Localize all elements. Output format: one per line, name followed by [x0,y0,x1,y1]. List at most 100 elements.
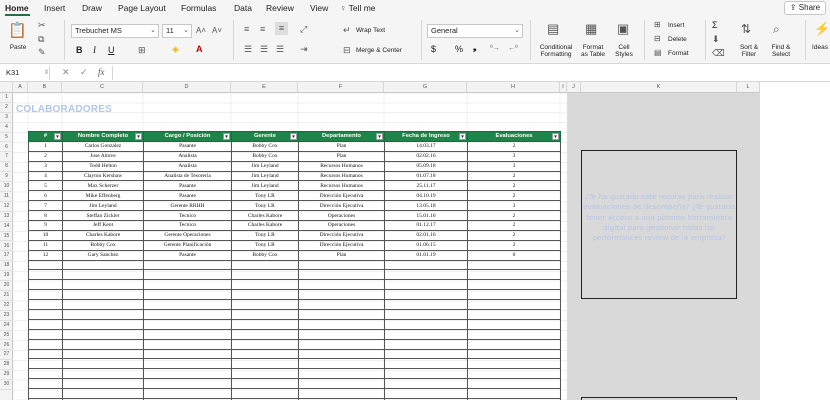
row-header[interactable]: 28 [0,360,13,371]
merge-center-icon[interactable]: ⊟ [343,45,351,55]
fill-icon[interactable]: ⬇ [712,34,720,44]
column-header-d[interactable]: D [143,82,231,93]
column-header-g[interactable]: G [384,82,467,93]
table-cell[interactable] [231,338,299,350]
table-cell[interactable] [62,338,144,350]
table-cell[interactable] [467,378,561,390]
align-center-icon[interactable]: ☰ [260,44,268,54]
format-painter-icon[interactable]: ✎ [38,47,46,57]
autosum-icon[interactable]: Σ [712,20,718,30]
table-cell[interactable] [143,358,232,370]
table-cell[interactable] [28,348,63,360]
table-cell[interactable] [467,299,561,311]
table-cell[interactable]: Gerente Planificación [143,239,232,251]
column-header-a[interactable]: A [13,82,28,93]
row-header[interactable]: 3 [0,113,13,123]
column-header-j[interactable]: J [567,82,581,93]
table-cell[interactable] [28,328,63,340]
table-cell[interactable] [143,279,232,291]
row-header[interactable]: 24 [0,321,13,331]
ideas-label[interactable]: Ideas [810,44,830,51]
table-cell[interactable] [28,259,63,271]
table-cell[interactable] [28,388,63,400]
tell-me-search[interactable]: ♀ Tell me [340,3,376,13]
row-header[interactable]: 10 [0,182,13,192]
table-cell[interactable] [62,259,144,271]
row-header[interactable]: 27 [0,350,13,361]
format-cells-icon[interactable]: ▤ [654,48,662,58]
table-cell[interactable] [28,269,63,281]
row-header[interactable]: 14 [0,222,13,232]
row-header[interactable]: 19 [0,271,13,282]
table-cell[interactable]: Jose Altuve [62,150,144,162]
table-cell[interactable] [231,328,299,340]
table-cell[interactable] [231,378,299,390]
font-name-select[interactable]: Trebuchet MS ⌄ [71,24,159,38]
filter-dropdown-icon[interactable]: ▾ [223,133,230,140]
number-format-select[interactable]: General ⌄ [427,24,523,38]
row-header[interactable]: 15 [0,232,13,242]
align-right-icon[interactable]: ☰ [276,44,284,54]
table-cell[interactable]: 01.01.19 [384,249,468,261]
tab-insert[interactable]: Insert [44,3,65,13]
table-cell[interactable] [62,309,144,320]
table-cell[interactable] [62,299,144,311]
delete-cells-button[interactable]: Delete [668,36,687,43]
table-cell[interactable]: Steffan Zickler [62,210,144,222]
table-cell[interactable] [298,259,385,271]
table-cell[interactable] [467,328,561,340]
table-cell[interactable] [384,358,468,370]
table-cell[interactable] [298,269,385,281]
tab-formulas[interactable]: Formulas [181,3,216,13]
table-cell[interactable]: Gerente RRHH [143,200,232,212]
table-cell[interactable]: Analista [143,150,232,162]
formula-input[interactable] [116,66,826,80]
table-cell[interactable]: 2 [467,180,561,192]
column-header-e[interactable]: E [231,82,298,93]
table-cell[interactable]: Jeff Kent [62,220,144,231]
table-cell[interactable] [467,368,561,380]
table-cell[interactable]: 3 [467,150,561,162]
table-cell[interactable]: Dirección Ejecutiva [298,190,385,202]
table-cell[interactable] [62,289,144,301]
table-cell[interactable] [467,279,561,291]
row-header[interactable]: 23 [0,311,13,321]
table-cell[interactable]: 04.10.19 [384,190,468,202]
table-cell[interactable] [231,299,299,311]
decrease-font-icon[interactable]: A˅ [212,26,222,36]
table-cell[interactable]: Dirección Ejecutiva [298,200,385,212]
table-cell[interactable] [143,318,232,330]
table-cell[interactable] [62,269,144,281]
table-cell[interactable]: 01.07.18 [384,170,468,182]
table-cell[interactable]: Todd Helton [62,160,144,172]
table-header-cell[interactable]: Evaluaciones ▾ [467,131,561,142]
table-header-cell[interactable]: # ▾ [28,131,63,142]
table-cell[interactable] [298,358,385,370]
table-cell[interactable]: Recursos Humanos [298,170,385,182]
table-cell[interactable] [231,388,299,400]
table-cell[interactable]: 2 [467,140,561,152]
table-header-cell[interactable]: Cargo / Posición ▾ [143,131,232,142]
row-header[interactable]: 30 [0,380,13,390]
filter-dropdown-icon[interactable]: ▾ [552,133,559,140]
table-cell[interactable] [143,328,232,340]
table-cell[interactable]: Bobby Cox [231,249,299,261]
table-cell[interactable]: Max Scherzer [62,180,144,192]
table-cell[interactable]: Tecnico [143,210,232,222]
table-cell[interactable]: Charles Kabore [231,210,299,222]
find-select-label[interactable]: Find & Select [768,44,794,58]
table-cell[interactable] [231,309,299,320]
table-cell[interactable]: 01.12.17 [384,220,468,231]
merge-center-button[interactable]: Merge & Center [356,47,402,54]
table-cell[interactable] [28,318,63,330]
table-cell[interactable] [28,289,63,301]
insert-function-icon[interactable]: fx [98,67,105,77]
table-cell[interactable] [143,289,232,301]
row-header[interactable]: 5 [0,133,13,143]
table-cell[interactable]: Dirección Ejecutiva [298,229,385,241]
table-cell[interactable]: 10 [28,229,63,241]
table-cell[interactable]: 4 [28,170,63,182]
table-cell[interactable] [28,299,63,311]
worksheet-grid[interactable]: A B C D E F G H I J K L 1 2 3 4 5 6 7 8 9 10 11 12 1… [0,82,830,400]
fill-color-icon[interactable]: ◈ [172,44,179,54]
